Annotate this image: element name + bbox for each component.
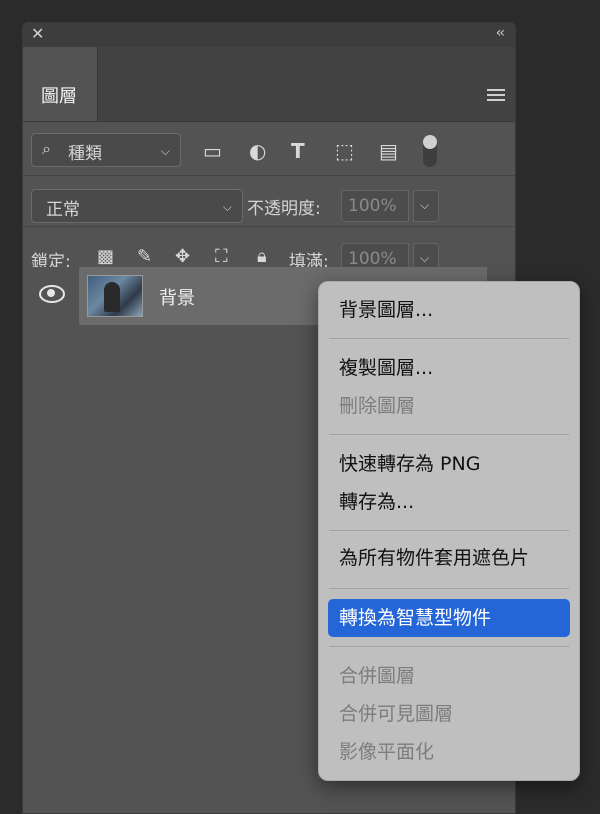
menu-separator — [329, 530, 569, 531]
menu-item-quick-export-png[interactable]: 快速轉存為 PNG — [339, 452, 480, 476]
menu-separator — [329, 434, 569, 435]
menu-item-duplicate-layer[interactable]: 複製圖層... — [339, 356, 433, 380]
menu-item-delete-layer: 刪除圖層 — [339, 395, 416, 417]
opacity-dropdown-button[interactable]: ⌵ — [413, 190, 439, 222]
menu-item-merge-layers: 合併圖層 — [339, 665, 416, 687]
menu-separator — [329, 338, 569, 339]
lock-position-icon[interactable]: ✥ — [175, 248, 190, 266]
opacity-label: 不透明度: — [247, 199, 321, 219]
opacity-value: 100% — [348, 196, 397, 216]
type-filter-icon[interactable]: T — [291, 141, 305, 161]
fill-value: 100% — [348, 249, 397, 269]
menu-item-export-as[interactable]: 轉存為... — [339, 490, 414, 514]
chevron-down-icon: ⌵ — [420, 198, 430, 212]
tab-layers[interactable]: 圖層 — [23, 47, 98, 121]
blend-mode-select[interactable]: 正常 ⌵ — [31, 189, 243, 223]
collapse-icon[interactable]: ‹‹ — [496, 25, 505, 41]
chevron-down-icon: ⌵ — [420, 251, 430, 265]
menu-separator — [329, 646, 569, 647]
menu-item-apply-masks[interactable]: 為所有物件套用遮色片 — [339, 546, 529, 570]
lock-all-icon[interactable]: 🔒︎ — [257, 248, 267, 266]
image-filter-icon[interactable]: ▭ — [203, 141, 222, 161]
filter-kind-label: 種類 — [68, 144, 102, 164]
lock-image-pixels-icon[interactable]: ✎ — [137, 248, 152, 266]
context-menu: 背景圖層... 複製圖層... 刪除圖層 快速轉存為 PNG 轉存為... 為所… — [318, 281, 580, 781]
visibility-eye-icon[interactable] — [39, 285, 65, 303]
shape-filter-icon[interactable]: ⬚ — [335, 141, 354, 161]
smart-object-filter-icon[interactable]: ▤ — [379, 141, 398, 161]
menu-item-background-layer[interactable]: 背景圖層... — [339, 298, 433, 322]
adjustment-filter-icon[interactable]: ◐ — [249, 141, 266, 161]
lock-transparent-pixels-icon[interactable]: ▩ — [97, 248, 114, 266]
menu-item-merge-visible: 合併可見圖層 — [339, 703, 454, 725]
blend-row: 正常 ⌵ 不透明度: 100% ⌵ — [23, 175, 515, 227]
filter-kind-select[interactable]: ⌕ 種類 ⌵ — [31, 133, 181, 167]
panel-menu-icon[interactable] — [487, 89, 505, 104]
blend-mode-label: 正常 — [46, 200, 80, 220]
panel-titlebar: ✕ ‹‹ — [23, 23, 515, 47]
tab-layers-label: 圖層 — [41, 86, 77, 107]
menu-separator — [329, 588, 569, 589]
layer-name: 背景 — [159, 288, 195, 309]
chevron-down-icon: ⌵ — [222, 200, 232, 214]
filter-toggle[interactable] — [423, 135, 437, 167]
menu-item-convert-smart-object[interactable]: 轉換為智慧型物件 — [328, 599, 570, 637]
menu-item-convert-smart-object-label: 轉換為智慧型物件 — [339, 607, 492, 629]
chevron-down-icon: ⌵ — [160, 144, 170, 158]
panel-tabbar: 圖層 — [23, 47, 515, 122]
search-icon: ⌕ — [42, 139, 51, 158]
menu-item-flatten-image: 影像平面化 — [339, 741, 435, 763]
layer-thumbnail — [87, 275, 143, 317]
filter-row: ⌕ 種類 ⌵ ▭ ◐ T ⬚ ▤ — [23, 121, 515, 176]
opacity-input[interactable]: 100% — [341, 190, 409, 222]
lock-artboard-icon[interactable]: ⛶ — [215, 248, 228, 266]
close-icon[interactable]: ✕ — [31, 24, 44, 43]
